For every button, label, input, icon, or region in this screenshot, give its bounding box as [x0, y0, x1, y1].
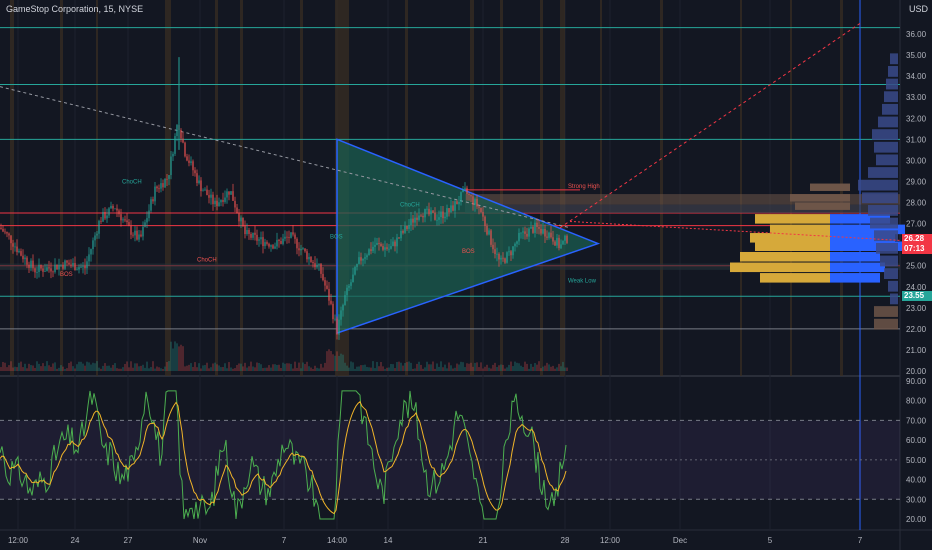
price-tick: 29.00	[906, 177, 927, 186]
price-tick: 22.00	[906, 325, 927, 334]
price-tick: 34.00	[906, 72, 927, 81]
countdown-badge: 07:13	[902, 244, 932, 254]
rsi-tick: 90.00	[906, 377, 927, 386]
price-tick: 35.00	[906, 51, 927, 60]
price-tick: 28.00	[906, 199, 927, 208]
price-tick: 25.00	[906, 262, 927, 271]
rsi-tick: 70.00	[906, 416, 927, 425]
time-tick: 14	[384, 536, 393, 545]
time-tick: 21	[479, 536, 488, 545]
price-tick: 23.00	[906, 304, 927, 313]
price-tick: 31.00	[906, 135, 927, 144]
smc-label: BOS	[60, 272, 73, 278]
smc-label: BOS	[330, 234, 343, 240]
rsi-tick: 40.00	[906, 476, 927, 485]
rsi-tick: 20.00	[906, 515, 927, 524]
rsi-tick: 30.00	[906, 495, 927, 504]
smc-label: ChoCH	[122, 180, 142, 186]
price-tick: 36.00	[906, 30, 927, 39]
smc-label: Weak Low	[568, 279, 597, 285]
time-tick: 14:00	[327, 536, 348, 545]
time-tick: 7	[858, 536, 863, 545]
rsi-tick: 80.00	[906, 397, 927, 406]
time-tick: 24	[71, 536, 80, 545]
time-tick: Nov	[193, 536, 207, 545]
price-tick: 21.00	[906, 346, 927, 355]
price-tick: 33.00	[906, 93, 927, 102]
rsi-tick: 60.00	[906, 436, 927, 445]
currency-label[interactable]: USD	[909, 4, 928, 14]
smc-label: Strong High	[568, 184, 600, 190]
price-tick: 20.00	[906, 367, 927, 376]
time-tick: 5	[768, 536, 773, 545]
time-tick: 28	[561, 536, 570, 545]
time-tick: 12:00	[8, 536, 29, 545]
time-tick: 27	[124, 536, 133, 545]
price-tick: 32.00	[906, 114, 927, 123]
last-price-badge: 26.28	[902, 234, 932, 244]
symbol-title[interactable]: GameStop Corporation, 15, NYSE	[6, 4, 143, 14]
smc-label: BOS	[462, 249, 475, 255]
smc-label: ChoCH	[400, 203, 420, 209]
time-tick: 7	[282, 536, 287, 545]
time-tick: Dec	[673, 536, 687, 545]
chart-canvas[interactable]: ChoCH ChoCH ChoCH BOS BOS BOS Strong High Weak …	[0, 0, 932, 550]
price-tick: 30.00	[906, 156, 927, 165]
time-tick: 12:00	[600, 536, 621, 545]
price-tick: 27.00	[906, 220, 927, 229]
smc-label: ChoCH	[197, 257, 217, 263]
rsi-tick: 50.00	[906, 456, 927, 465]
level-badge: 23.55	[902, 291, 932, 301]
